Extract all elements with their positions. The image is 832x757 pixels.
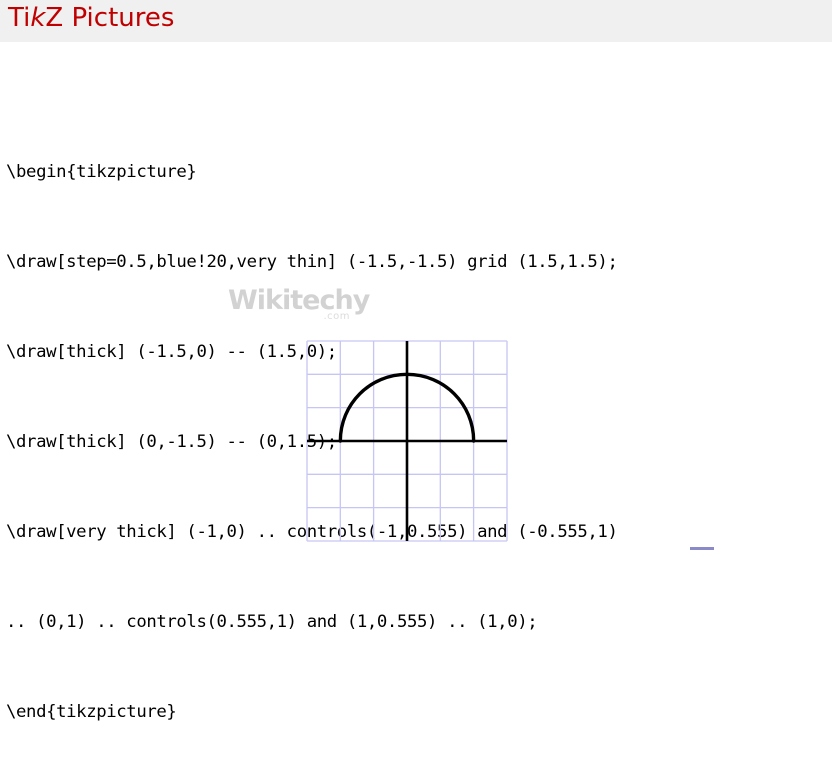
code-line-1: \begin{tikzpicture} xyxy=(6,157,830,187)
nav-mark-prev[interactable] xyxy=(690,547,714,550)
page-title-prefix: Ti xyxy=(8,3,30,33)
tikz-output-figure xyxy=(306,340,508,542)
axes xyxy=(307,341,507,541)
code-line-2: \draw[step=0.5,blue!20,very thin] (-1.5,… xyxy=(6,247,830,277)
page-title: TikZ Pictures xyxy=(8,3,174,33)
page-title-suffix: Z Pictures xyxy=(45,3,174,33)
slide-header: TikZ Pictures xyxy=(0,0,832,42)
code-line-7: \end{tikzpicture} xyxy=(6,697,830,727)
code-line-6: .. (0,1) .. controls(0.555,1) and (1,0.5… xyxy=(6,607,830,637)
page-title-italic-k: k xyxy=(30,3,45,33)
tikz-svg xyxy=(306,340,508,542)
